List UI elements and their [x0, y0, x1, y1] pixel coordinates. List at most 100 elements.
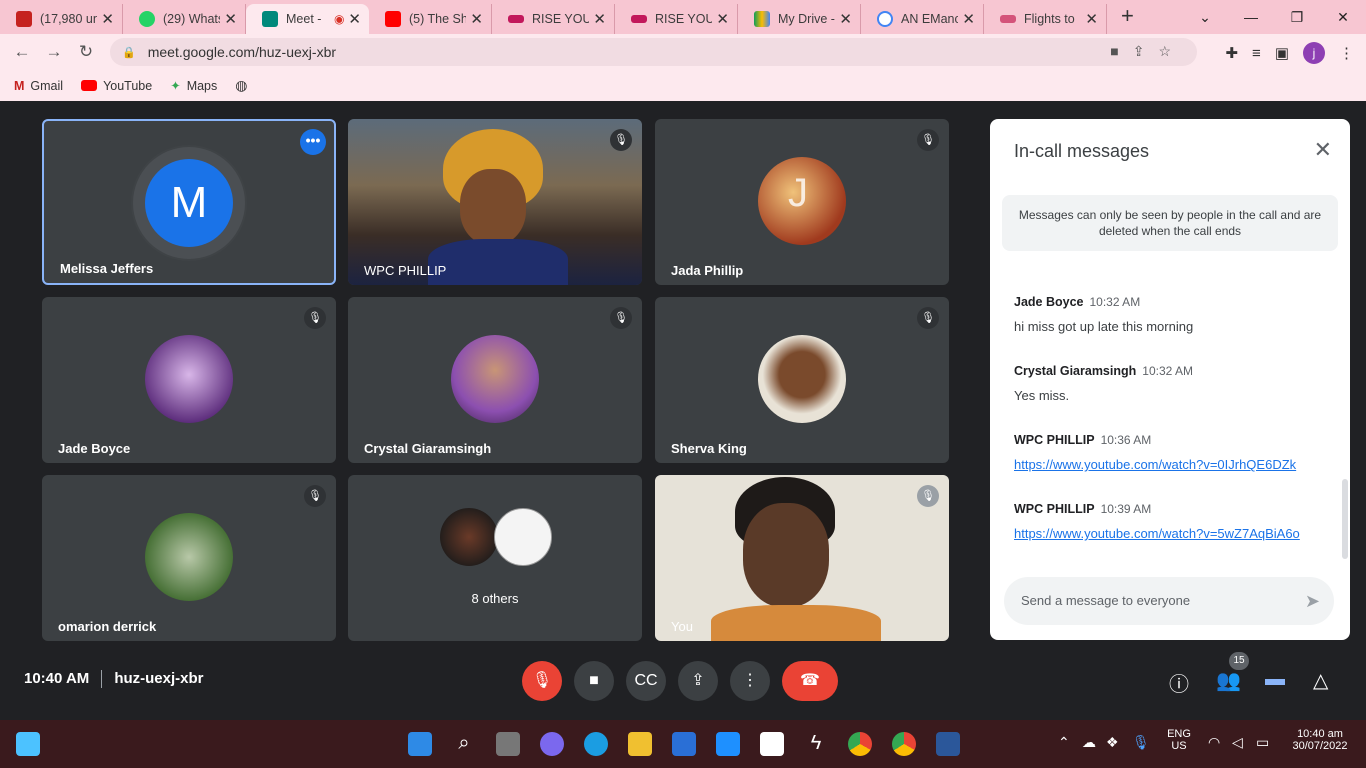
teams-chat-icon[interactable]: [540, 732, 564, 756]
close-tab-icon[interactable]: ✕: [716, 10, 729, 28]
app-icon[interactable]: ϟ: [804, 732, 828, 756]
close-tab-icon[interactable]: ✕: [348, 10, 361, 28]
language-indicator[interactable]: ENG US: [1164, 728, 1194, 752]
task-view-icon[interactable]: [496, 732, 520, 756]
divider: [101, 670, 103, 689]
battery-icon[interactable]: ▭: [1256, 734, 1269, 751]
others-tile[interactable]: 8 others: [348, 475, 642, 641]
profile-avatar[interactable]: j: [1303, 42, 1325, 64]
message-sender: Jade Boyce: [1014, 295, 1084, 309]
back-icon[interactable]: ←: [6, 42, 38, 62]
new-tab-icon[interactable]: +: [1121, 3, 1134, 29]
bookmark-maps[interactable]: ✦ Maps: [170, 78, 217, 94]
chat-scrollbar[interactable]: [1342, 479, 1348, 559]
word-icon[interactable]: [936, 732, 960, 756]
reload-icon[interactable]: ↻: [70, 42, 102, 62]
participant-tile-melissa-jeffers[interactable]: M ••• Melissa Jeffers: [42, 119, 336, 285]
chat-icon[interactable]: ▬: [1265, 668, 1285, 691]
participant-name: You: [671, 619, 693, 634]
others-count: 8 others: [471, 591, 519, 606]
present-screen-icon[interactable]: ⇪: [678, 661, 718, 701]
camera-icon[interactable]: ■: [1110, 43, 1132, 59]
media-icon[interactable]: ≡: [1252, 45, 1261, 62]
tab-search-icon[interactable]: ⌄: [1182, 9, 1228, 26]
microphone-icon[interactable]: 🎙: [1132, 734, 1150, 751]
close-tab-icon[interactable]: ✕: [839, 10, 852, 28]
system-clock[interactable]: 10:40 am 30/07/2022: [1284, 728, 1356, 752]
close-tab-icon[interactable]: ✕: [962, 10, 975, 28]
forward-icon[interactable]: →: [38, 42, 70, 62]
edge-icon[interactable]: [584, 732, 608, 756]
avatar: [758, 335, 846, 423]
meeting-details-icon[interactable]: ⓘ: [1169, 668, 1189, 697]
minimize-icon[interactable]: —: [1228, 9, 1274, 25]
people-icon[interactable]: 👥: [1216, 668, 1241, 693]
store-icon[interactable]: [672, 732, 696, 756]
close-tab-icon[interactable]: ✕: [101, 10, 114, 28]
widgets-icon[interactable]: [16, 732, 40, 756]
participant-name: Sherva King: [671, 441, 747, 456]
bookmark-gmail[interactable]: M Gmail: [14, 79, 63, 93]
send-icon[interactable]: ➤: [1305, 577, 1320, 625]
gmail-icon: [16, 11, 32, 27]
message-link[interactable]: https://www.youtube.com/watch?v=0IJrhQE6…: [1014, 457, 1334, 472]
participant-tile-jade-boyce[interactable]: 🎙 Jade Boyce: [42, 297, 336, 463]
participant-tile-jada-phillip[interactable]: J 🎙 Jada Phillip: [655, 119, 949, 285]
tab-rise-youth-1[interactable]: RISE YOUT✕: [492, 4, 615, 34]
more-options-icon[interactable]: •••: [300, 129, 326, 155]
message-sender: WPC PHILLIP: [1014, 502, 1095, 516]
close-window-icon[interactable]: ✕: [1320, 9, 1366, 26]
participant-tile-omarion-derrick[interactable]: 🎙 omarion derrick: [42, 475, 336, 641]
side-panel-icon[interactable]: ▣: [1275, 44, 1289, 62]
participant-tile-crystal-giaramsingh[interactable]: 🎙 Crystal Giaramsingh: [348, 297, 642, 463]
close-tab-icon[interactable]: ✕: [593, 10, 606, 28]
start-icon[interactable]: [408, 732, 432, 756]
dropbox-icon[interactable]: ❖: [1106, 734, 1119, 751]
tab-google[interactable]: AN EManc ✕: [861, 4, 984, 34]
bookmark-youtube[interactable]: YouTube: [81, 79, 152, 93]
tab-meet[interactable]: Meet - ◉ ✕: [246, 4, 369, 34]
chrome-profile-icon[interactable]: [892, 732, 916, 756]
chrome-icon[interactable]: [848, 732, 872, 756]
tab-flights[interactable]: Flights to ✕: [984, 4, 1107, 34]
participant-tile-wpc-phillip[interactable]: 🎙 WPC PHILLIP: [348, 119, 642, 285]
participant-tile-sherva-king[interactable]: 🎙 Sherva King: [655, 297, 949, 463]
tab-youtube[interactable]: (5) The Sh ✕: [369, 4, 492, 34]
leave-call-icon[interactable]: ☎: [782, 661, 838, 701]
captions-icon[interactable]: CC: [626, 661, 666, 701]
close-tab-icon[interactable]: ✕: [224, 10, 237, 28]
close-tab-icon[interactable]: ✕: [470, 10, 483, 28]
mail-icon[interactable]: [716, 732, 740, 756]
avatar: M: [145, 159, 233, 247]
address-bar[interactable]: 🔒 meet.google.com/huz-uexj-xbr ■⇪☆: [110, 38, 1197, 66]
url-text: meet.google.com/huz-uexj-xbr: [147, 44, 337, 60]
tab-drive[interactable]: My Drive - ✕: [738, 4, 861, 34]
tab-whatsapp[interactable]: (29) Whats ✕: [123, 4, 246, 34]
tab-rise-youth-2[interactable]: RISE YOUT✕: [615, 4, 738, 34]
extensions-icon[interactable]: ✚: [1225, 44, 1238, 62]
participant-name: omarion derrick: [58, 619, 157, 634]
mic-off-icon[interactable]: 🎙: [522, 661, 562, 701]
close-tab-icon[interactable]: ✕: [1085, 10, 1098, 28]
amazon-icon[interactable]: [760, 732, 784, 756]
search-icon[interactable]: ⌕: [452, 732, 476, 756]
share-icon[interactable]: ⇪: [1133, 43, 1159, 59]
message-time: 10:36 AM: [1100, 433, 1152, 447]
close-icon[interactable]: ✕: [1314, 137, 1332, 163]
bookmark-star-icon[interactable]: ☆: [1158, 43, 1185, 59]
restore-icon[interactable]: ❐: [1274, 9, 1320, 26]
activities-icon[interactable]: △: [1313, 668, 1328, 693]
wifi-icon[interactable]: ◠: [1208, 734, 1220, 751]
tab-gmail[interactable]: (17,980 un ✕: [0, 4, 123, 34]
menu-icon[interactable]: ⋮: [1339, 44, 1354, 62]
globe-icon[interactable]: ◍: [235, 77, 247, 94]
message-link[interactable]: https://www.youtube.com/watch?v=5wZ7AqBi…: [1014, 526, 1334, 541]
volume-icon[interactable]: ◁: [1232, 734, 1243, 751]
file-explorer-icon[interactable]: [628, 732, 652, 756]
more-options-icon[interactable]: ⋮: [730, 661, 770, 701]
tray-overflow-icon[interactable]: ⌃: [1058, 734, 1070, 751]
participant-tile-you[interactable]: 🎙 You: [655, 475, 949, 641]
message-input[interactable]: Send a message to everyone ➤: [1004, 577, 1334, 625]
onedrive-icon[interactable]: ☁: [1082, 734, 1096, 751]
camera-icon[interactable]: ■: [574, 661, 614, 701]
